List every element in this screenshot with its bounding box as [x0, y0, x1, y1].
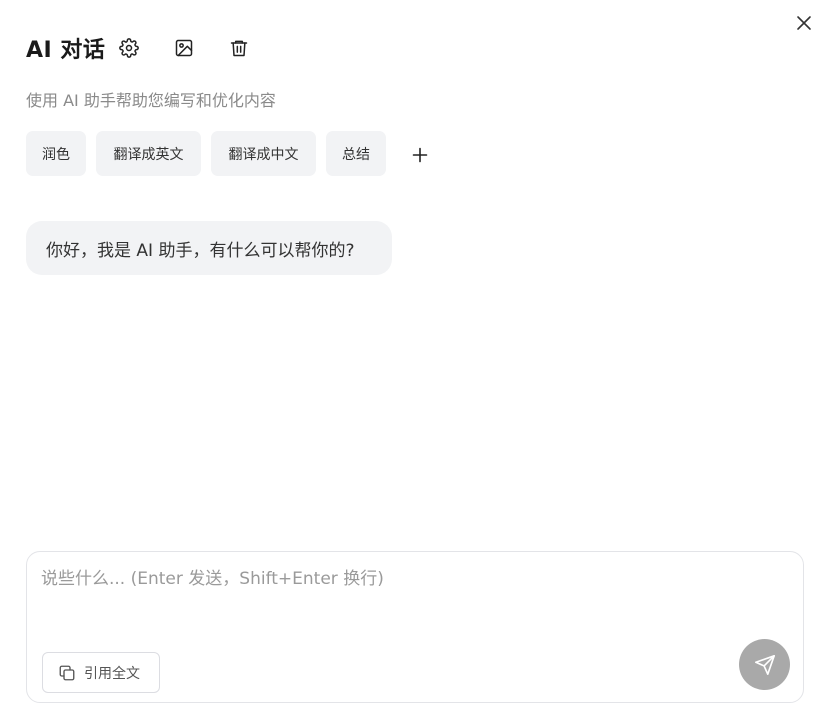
gear-icon	[119, 38, 139, 58]
assistant-message: 你好，我是 AI 助手，有什么可以帮你的?	[26, 221, 392, 275]
send-icon	[754, 654, 775, 675]
chip-translate-en[interactable]: 翻译成英文	[96, 131, 201, 176]
plus-icon	[412, 147, 428, 163]
settings-button[interactable]	[118, 37, 140, 59]
close-icon	[797, 16, 811, 30]
page-title: AI 对话	[26, 38, 106, 63]
message-text: 你好，我是 AI 助手，有什么可以帮你的?	[46, 240, 355, 261]
send-button[interactable]	[739, 639, 790, 690]
quote-label: 引用全文	[84, 665, 140, 682]
quote-full-text-button[interactable]: 引用全文	[42, 652, 160, 693]
copy-icon	[58, 663, 78, 683]
clear-history-button[interactable]	[228, 37, 250, 59]
add-chip-button[interactable]	[408, 143, 432, 167]
chip-translate-zh[interactable]: 翻译成中文	[211, 131, 316, 176]
message-input[interactable]	[41, 564, 781, 644]
trash-icon	[230, 40, 248, 57]
chip-summary[interactable]: 总结	[326, 131, 386, 176]
composer: 引用全文	[26, 551, 804, 703]
close-button[interactable]	[792, 11, 816, 35]
image-button[interactable]	[173, 37, 195, 59]
chip-polish[interactable]: 润色	[26, 131, 86, 176]
subtitle: 使用 AI 助手帮助您编写和优化内容	[26, 91, 276, 110]
image-icon	[175, 39, 193, 57]
ai-chat-panel: AI 对话 使用 AI 助手帮助您编写和优化内容 润色 翻译成英文 翻译成中文 …	[0, 0, 834, 718]
header: AI 对话	[26, 30, 105, 66]
